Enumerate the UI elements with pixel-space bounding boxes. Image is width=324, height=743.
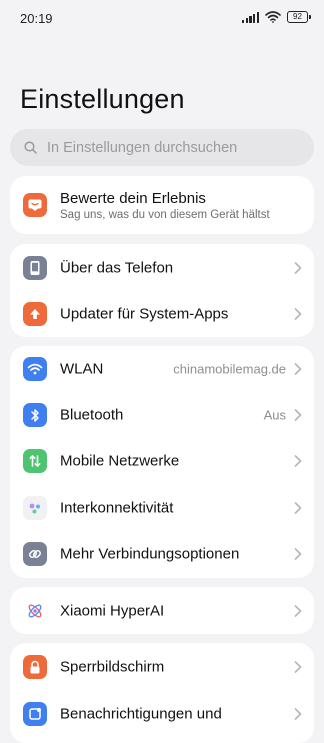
row-xiaomi-hyperai[interactable]: Xiaomi HyperAI: [10, 587, 314, 634]
chevron-right-icon: [294, 363, 302, 375]
chevron-right-icon: [294, 661, 302, 673]
row-about-phone[interactable]: Über das Telefon: [10, 245, 314, 291]
feedback-icon: [23, 193, 47, 217]
device-group: Über das Telefon Updater für System-Apps: [10, 244, 314, 337]
link-icon: [23, 542, 47, 566]
page-title: Einstellungen: [20, 84, 185, 114]
connectivity-group: WLAN chinamobilemag.de Bluetooth Aus Mob…: [10, 346, 314, 578]
row-wlan[interactable]: WLAN chinamobilemag.de: [10, 346, 314, 392]
row-label: WLAN: [60, 360, 104, 378]
row-label: Über das Telefon: [60, 259, 174, 277]
search-bar[interactable]: [10, 129, 314, 166]
row-system-apps-updater[interactable]: Updater für System-Apps: [10, 291, 314, 337]
row-more-connection-options[interactable]: Mehr Verbindungsoptionen: [10, 531, 314, 577]
chevron-right-icon: [294, 502, 302, 514]
row-lock-screen[interactable]: Sperrbildschirm: [10, 644, 314, 690]
rate-experience-card[interactable]: Bewerte dein Erlebnis Sag uns, was du vo…: [10, 176, 314, 234]
row-label: Xiaomi HyperAI: [60, 602, 165, 619]
status-icons: 92: [242, 11, 311, 23]
chevron-right-icon: [294, 604, 302, 617]
wlan-network-name: chinamobilemag.de: [173, 361, 286, 377]
wifi-status-icon: [265, 11, 281, 23]
upload-arrow-icon: [23, 302, 47, 326]
search-input[interactable]: [45, 138, 289, 157]
search-icon: [24, 141, 37, 154]
row-label: Bluetooth: [60, 406, 124, 424]
rate-experience-title: Bewerte dein Erlebnis: [60, 190, 206, 207]
status-time: 20:19: [20, 11, 53, 26]
battery-icon: 92: [287, 11, 311, 23]
row-mobile-networks[interactable]: Mobile Netzwerke: [10, 438, 314, 484]
row-interconnectivity[interactable]: Interkonnektivität: [10, 485, 314, 531]
mobile-data-icon: [23, 449, 47, 473]
row-label: Interkonnektivität: [60, 499, 174, 517]
chevron-right-icon: [294, 708, 302, 720]
chevron-right-icon: [294, 548, 302, 560]
display-group: Sperrbildschirm Benachrichtigungen und: [10, 643, 314, 743]
notification-icon: [23, 702, 47, 726]
bluetooth-icon: [23, 403, 47, 427]
row-label: Mehr Verbindungsoptionen: [60, 545, 240, 563]
battery-level: 92: [293, 12, 302, 21]
interconnect-icon: [23, 496, 47, 520]
row-label: Mobile Netzwerke: [60, 452, 180, 470]
wifi-icon: [23, 357, 47, 381]
hyperai-icon: [23, 598, 47, 623]
row-bluetooth[interactable]: Bluetooth Aus: [10, 392, 314, 438]
row-label: Sperrbildschirm: [60, 658, 165, 676]
signal-strength-icon: [242, 11, 259, 23]
rate-experience-subtitle: Sag uns, was du von diesem Gerät hältst: [60, 209, 270, 221]
row-notifications[interactable]: Benachrichtigungen und: [10, 691, 314, 737]
phone-icon: [23, 256, 47, 280]
lock-icon: [23, 655, 47, 679]
bluetooth-status: Aus: [263, 407, 286, 423]
chevron-right-icon: [294, 455, 302, 467]
row-label: Updater für System-Apps: [60, 305, 229, 323]
chevron-right-icon: [294, 262, 302, 274]
chevron-right-icon: [294, 409, 302, 421]
chevron-right-icon: [294, 308, 302, 320]
hyperai-group: Xiaomi HyperAI: [10, 587, 314, 634]
status-bar: 20:19 92: [0, 0, 324, 38]
